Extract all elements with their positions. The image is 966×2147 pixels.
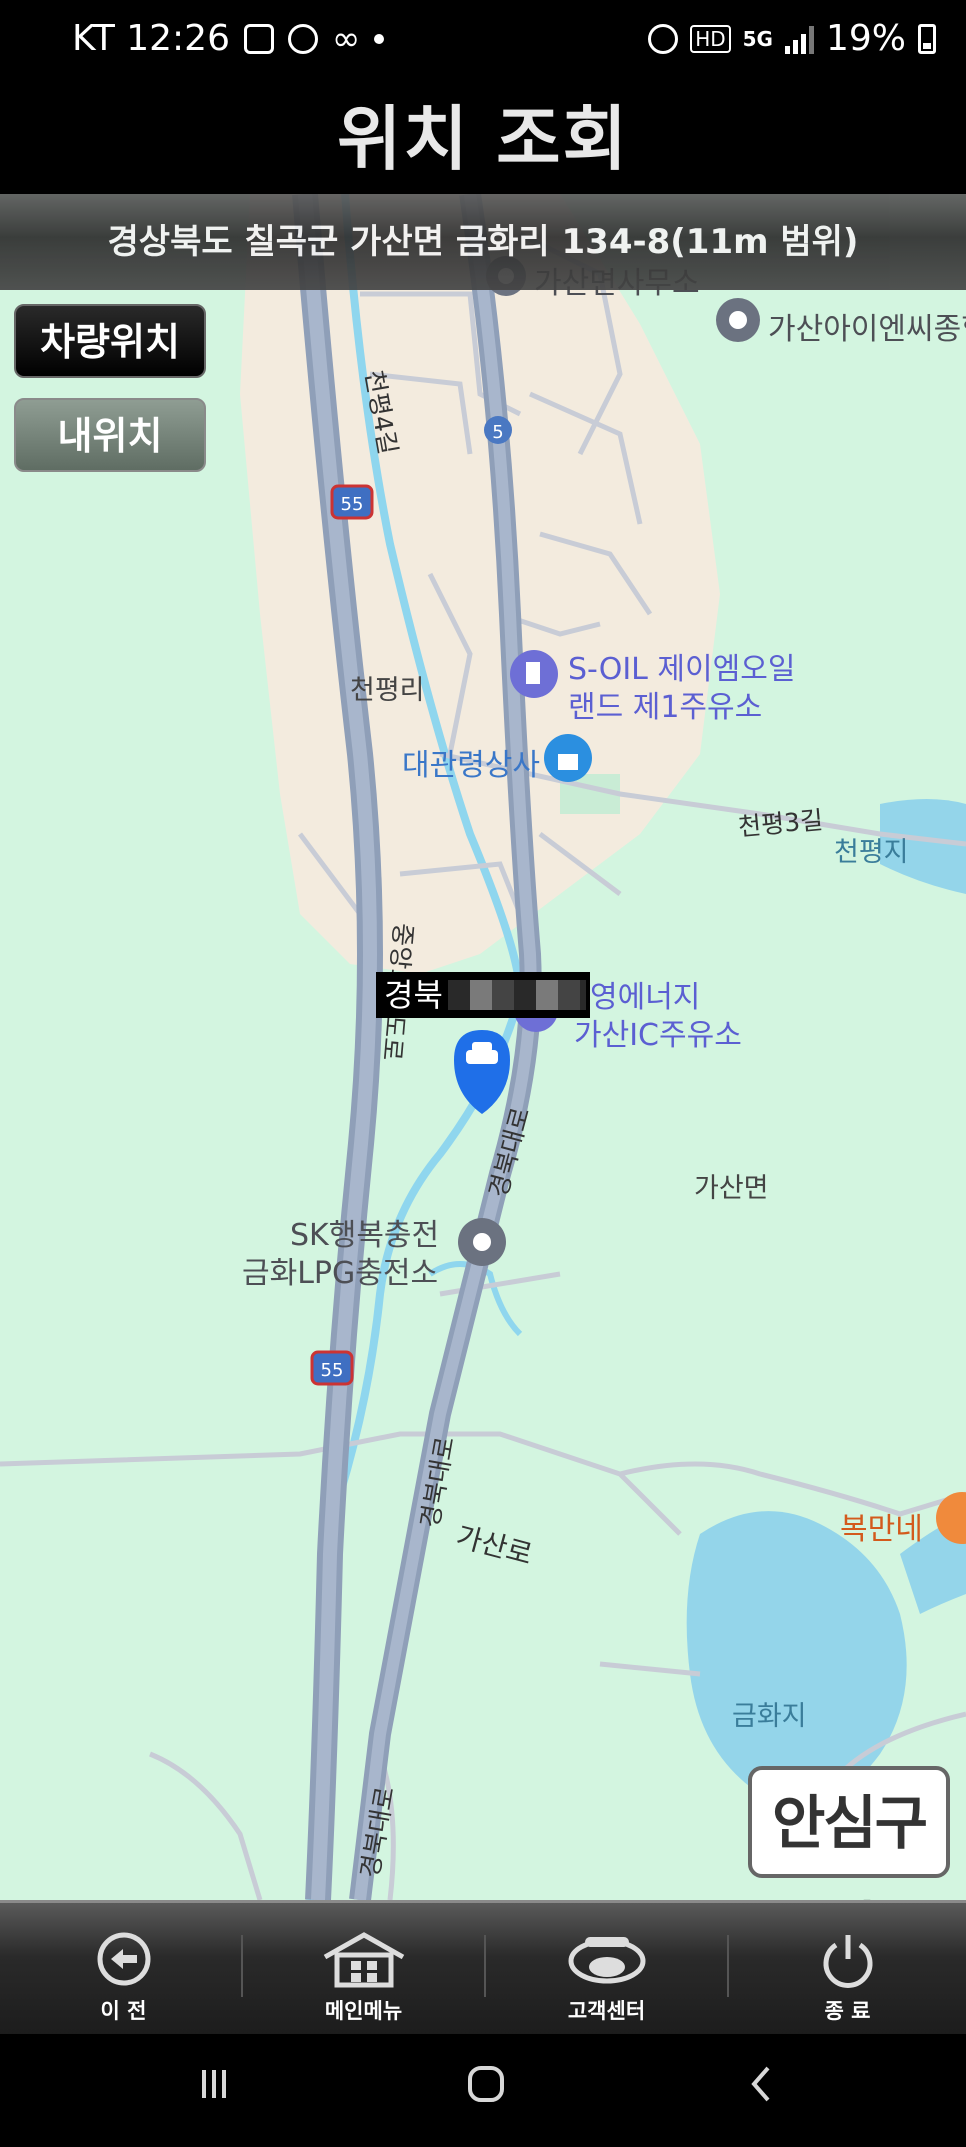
my-location-button[interactable]: 내위치 <box>14 398 206 472</box>
main-menu-button[interactable]: 메인메뉴 <box>243 1903 484 2037</box>
route-shield-5: 5 <box>484 416 512 444</box>
svg-text:5: 5 <box>492 422 503 443</box>
gallery-icon <box>244 23 274 54</box>
plate-redaction <box>448 980 586 1010</box>
vehicle-marker[interactable] <box>454 1030 510 1114</box>
power-icon <box>823 1935 872 1988</box>
poi-energy-line2[interactable]: 가산IC주유소 <box>574 1010 742 1054</box>
customer-center-label: 고객센터 <box>567 1999 646 2023</box>
status-left: KT 12:26 ∞ <box>72 18 385 59</box>
gas-station-icon-soil <box>510 650 558 698</box>
poi-sk-line2[interactable]: 금화LPG충전소 <box>242 1248 438 1292</box>
carrier-time: KT 12:26 <box>72 18 230 59</box>
recents-icon[interactable] <box>196 2064 236 2104</box>
app-b-icon <box>288 23 318 54</box>
vehicle-location-button[interactable]: 차량위치 <box>14 304 206 378</box>
exit-label: 종 료 <box>824 1999 871 2023</box>
road-cheonpyeong3: 천평3길 <box>737 805 825 842</box>
main-menu-label: 메인메뉴 <box>324 1999 403 2023</box>
page-title: 위치 조회 <box>337 98 629 180</box>
back-menu-label: 이 전 <box>100 1999 147 2023</box>
vehicle-plate-label: 경북 <box>376 972 590 1018</box>
exit-button[interactable]: 종 료 <box>727 1903 966 2037</box>
back-arrow-icon <box>97 1932 150 1986</box>
route-shield-55-top: 55 <box>330 484 374 520</box>
battery-icon <box>918 23 936 54</box>
home-nav-icon[interactable] <box>466 2064 506 2104</box>
signal-icon <box>784 24 814 54</box>
safe-zone-button[interactable]: 안심구역 <box>748 1766 950 1963</box>
poi-marker-sk-lpg <box>458 1218 506 1266</box>
notification-dot-icon <box>374 33 385 44</box>
customer-center-button[interactable]: 고객센터 <box>486 1903 727 2037</box>
svg-text:55: 55 <box>321 1360 344 1381</box>
place-cheonpyeongri: 천평리 <box>350 675 425 706</box>
back-menu-button[interactable]: 이 전 <box>3 1903 244 2037</box>
network-type: 5G <box>742 26 773 51</box>
status-bar: KT 12:26 ∞ HD 5G 19% <box>0 0 966 84</box>
hd-icon: HD <box>690 24 731 53</box>
battery-percent: 19% <box>825 18 906 59</box>
shopping-icon-daegwan <box>544 734 592 782</box>
poi-daegwan[interactable]: 대관령상사 <box>402 740 540 784</box>
route-shield-55-bottom: 55 <box>310 1350 354 1386</box>
title-bar: 위치 조회 <box>0 84 966 194</box>
address-bar: 경상북도 칠곡군 가산면 금화리 134-8(11m 범위) <box>0 194 966 290</box>
status-right: HD 5G 19% <box>648 18 936 59</box>
bottom-menu-bar: 이 전 메인메뉴 고객센터 종 료 <box>0 1900 966 2037</box>
alarm-icon <box>648 23 679 54</box>
poi-soil-line2[interactable]: 랜드 제1주유소 <box>568 682 762 726</box>
infinity-icon: ∞ <box>332 18 361 59</box>
back-nav-icon[interactable] <box>742 2064 782 2104</box>
place-cheonpyeongji: 천평지 <box>834 837 909 868</box>
system-nav-bar <box>0 2034 966 2147</box>
place-gasanmyeon: 가산면 <box>694 1173 769 1204</box>
home-icon <box>323 1932 404 1988</box>
poi-gasan-ienc[interactable]: 가산아이엔씨종합 <box>768 304 966 348</box>
headset-icon <box>568 1937 645 1984</box>
poi-bokmanne[interactable]: 복만네 <box>840 1504 923 1548</box>
place-geumhwaji: 금화지 <box>732 1701 807 1732</box>
vehicle-plate-text: 경북 <box>384 976 443 1014</box>
svg-text:55: 55 <box>341 494 364 515</box>
poi-marker-gasan-ienc <box>716 298 760 342</box>
reservoir-geumhwaji <box>686 1511 907 1808</box>
